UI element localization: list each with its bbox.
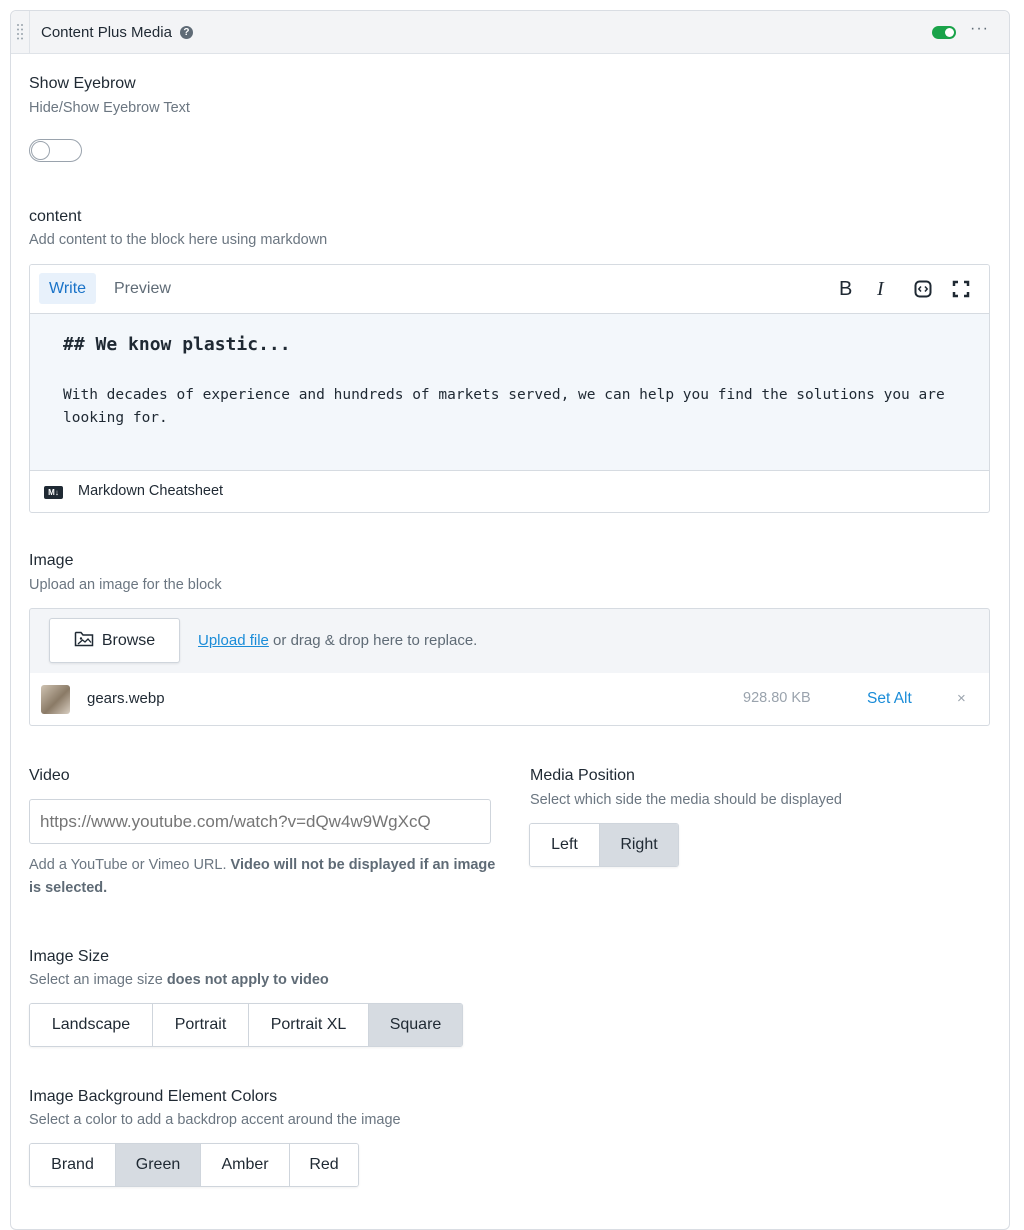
upload-hint-text: or drag & drop here to replace.	[268, 632, 478, 649]
show-eyebrow-toggle[interactable]	[29, 139, 82, 162]
bg-colors-label: Image Background Element Colors	[29, 1088, 278, 1105]
browse-button[interactable]: Browse	[49, 618, 180, 663]
content-help: Add content to the block here using mark…	[29, 232, 328, 248]
markdown-editor: Write Preview B I ## We know plastic... …	[29, 264, 990, 513]
media-position-selector: Left Right	[529, 823, 679, 867]
markdown-paragraph: With decades of experience and hundreds …	[63, 387, 945, 426]
uploaded-file-row: gears.webp 928.80 KB Set Alt ×	[29, 673, 990, 726]
image-size-help-note: does not apply to video	[166, 972, 329, 988]
image-size-square[interactable]: Square	[369, 1004, 462, 1046]
video-help: Add a YouTube or Vimeo URL. Video will n…	[29, 854, 499, 900]
file-size: 928.80 KB	[743, 690, 811, 706]
video-help-text: Add a YouTube or Vimeo URL.	[29, 857, 231, 873]
media-position-label: Media Position	[530, 767, 635, 784]
editor-textarea[interactable]: ## We know plastic... With decades of ex…	[30, 314, 989, 471]
video-label: Video	[29, 767, 70, 784]
image-label: Image	[29, 552, 74, 569]
editor-footer: M↓ Markdown Cheatsheet	[30, 471, 989, 512]
image-help: Upload an image for the block	[29, 577, 222, 593]
drag-handle-icon[interactable]	[11, 11, 30, 53]
file-name: gears.webp	[87, 690, 165, 707]
editor-toolbar: Write Preview B I	[30, 265, 989, 314]
file-thumbnail	[41, 685, 70, 714]
image-size-help-text: Select an image size	[29, 972, 167, 988]
block-enabled-toggle[interactable]	[932, 26, 956, 39]
block-title: Content Plus Media	[41, 23, 172, 41]
content-label: content	[29, 208, 82, 225]
media-position-help: Select which side the media should be di…	[530, 792, 842, 808]
tab-write[interactable]: Write	[39, 273, 97, 304]
image-size-landscape[interactable]: Landscape	[30, 1004, 153, 1046]
bg-colors-selector: Brand Green Amber Red	[29, 1143, 359, 1187]
markdown-cheatsheet-link[interactable]: Markdown Cheatsheet	[78, 483, 223, 499]
italic-icon[interactable]: I	[877, 278, 884, 301]
image-dropzone[interactable]: Browse Upload file or drag & drop here t…	[29, 608, 990, 674]
bg-color-amber[interactable]: Amber	[201, 1144, 290, 1186]
code-icon[interactable]	[914, 280, 932, 304]
more-options-icon[interactable]: ···	[970, 21, 989, 37]
bg-color-red[interactable]: Red	[290, 1144, 358, 1186]
remove-file-icon[interactable]: ×	[957, 690, 966, 707]
tab-preview[interactable]: Preview	[104, 273, 181, 304]
set-alt-button[interactable]: Set Alt	[867, 690, 912, 708]
image-size-label: Image Size	[29, 948, 110, 965]
markdown-icon: M↓	[44, 486, 63, 499]
media-position-left[interactable]: Left	[530, 824, 600, 866]
markdown-heading: ## We know plastic...	[63, 334, 291, 355]
image-size-portrait-xl[interactable]: Portrait XL	[249, 1004, 369, 1046]
folder-image-icon	[74, 630, 94, 652]
show-eyebrow-help: Hide/Show Eyebrow Text	[29, 100, 190, 116]
show-eyebrow-label: Show Eyebrow	[29, 75, 136, 92]
upload-file-link[interactable]: Upload file	[198, 632, 269, 649]
image-size-help: Select an image size does not apply to v…	[29, 972, 329, 988]
bg-color-brand[interactable]: Brand	[30, 1144, 116, 1186]
upload-hint: Upload file or drag & drop here to repla…	[198, 632, 477, 649]
block-header: Content Plus Media ? ···	[11, 11, 1009, 54]
bold-icon[interactable]: B	[839, 278, 852, 301]
bg-colors-help: Select a color to add a backdrop accent …	[29, 1112, 401, 1128]
image-size-portrait[interactable]: Portrait	[153, 1004, 249, 1046]
media-position-right[interactable]: Right	[600, 824, 678, 866]
video-url-input[interactable]	[29, 799, 491, 844]
bg-color-green[interactable]: Green	[116, 1144, 201, 1186]
help-icon[interactable]: ?	[179, 25, 193, 39]
fullscreen-icon[interactable]	[952, 280, 970, 304]
browse-label: Browse	[101, 631, 156, 649]
image-size-selector: Landscape Portrait Portrait XL Square	[29, 1003, 463, 1047]
